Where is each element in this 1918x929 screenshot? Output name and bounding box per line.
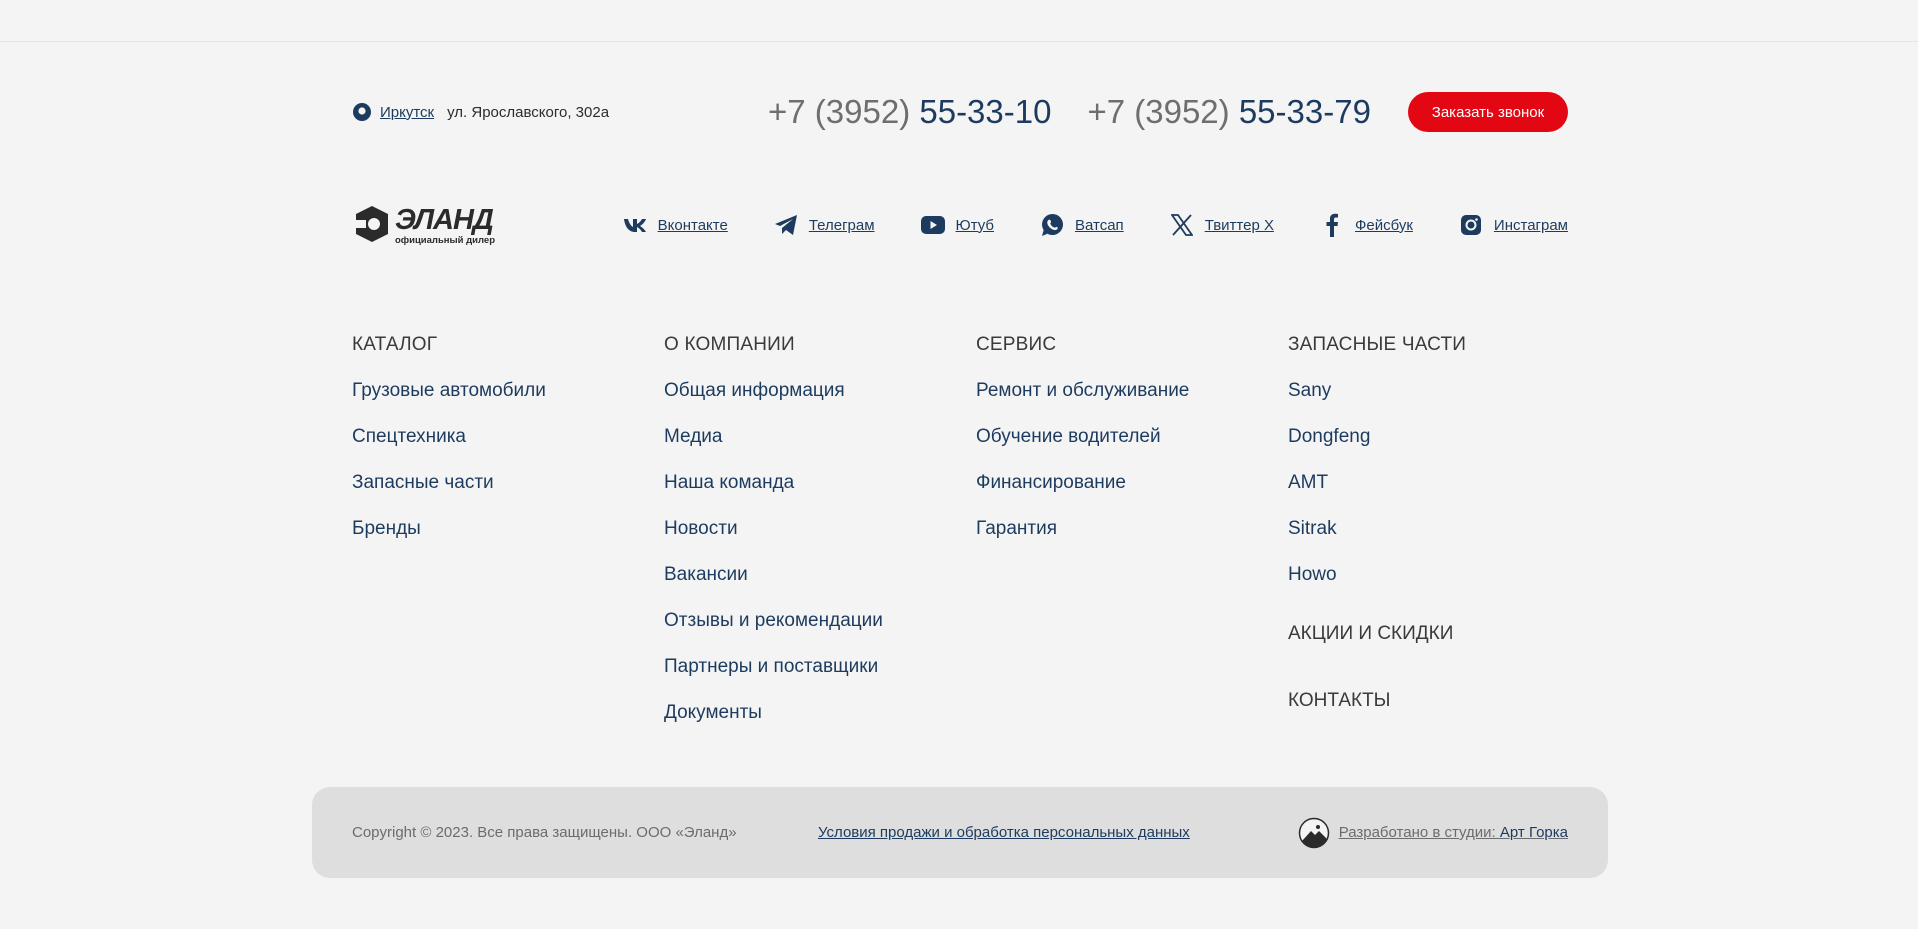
nav-link[interactable]: Sany	[1288, 376, 1568, 406]
nav-link[interactable]: Howo	[1288, 560, 1568, 590]
social-facebook[interactable]: Фейсбук	[1320, 213, 1413, 237]
whatsapp-icon	[1040, 213, 1064, 237]
phone-2-prefix: +7 (3952)	[1087, 93, 1239, 130]
developer-prefix: Разработано в студии:	[1338, 824, 1500, 841]
nav-link[interactable]: Вакансии	[664, 560, 883, 590]
social-youtube[interactable]: Ютуб	[920, 213, 994, 237]
youtube-icon	[920, 213, 945, 237]
nav-link[interactable]: Партнеры и поставщики	[664, 652, 883, 682]
logo-text: ЭЛАНД	[395, 204, 494, 236]
social-instagram-label: Инстаграм	[1493, 216, 1568, 234]
nav-link[interactable]: Общая информация	[664, 376, 883, 406]
social-twitter-x[interactable]: Твиттер X	[1170, 213, 1274, 237]
social-telegram[interactable]: Телеграм	[774, 213, 875, 237]
social-whatsapp-label: Ватсап	[1075, 216, 1124, 234]
developer-text: Разработано в студии: Арт Горка	[1339, 824, 1568, 841]
nav-link[interactable]: Ремонт и обслуживание	[976, 376, 1189, 406]
section-contacts[interactable]: КОНТАКТЫ	[1288, 690, 1391, 712]
social-vk-label: Вконтакте	[657, 216, 728, 234]
social-whatsapp[interactable]: Ватсап	[1040, 213, 1124, 237]
city-link[interactable]: Иркутск	[380, 104, 434, 121]
contact-row: Иркутск ул. Ярославского, 302а +7 (3952)…	[352, 92, 1568, 132]
eland-logo[interactable]: ЭЛАНД официальный дилер	[352, 202, 512, 248]
nav-link[interactable]: Запасные части	[352, 468, 546, 498]
footer-nav: КАТАЛОГ Грузовые автомобили Спецтехника …	[352, 330, 1568, 730]
social-facebook-label: Фейсбук	[1354, 216, 1413, 234]
instagram-icon	[1459, 213, 1483, 237]
phones: +7 (3952) 55-33-10 +7 (3952) 55-33-79	[768, 92, 1371, 132]
terms-link[interactable]: Условия продажи и обработка персональных…	[818, 787, 1190, 878]
address-text: ул. Ярославского, 302а	[447, 103, 610, 121]
vk-icon	[623, 213, 647, 237]
callback-button[interactable]: Заказать звонок	[1408, 92, 1568, 132]
nav-link[interactable]: Dongfeng	[1288, 422, 1568, 452]
nav-link[interactable]: AMT	[1288, 468, 1568, 498]
nav-link[interactable]: Sitrak	[1288, 514, 1568, 544]
column-catalog: КАТАЛОГ Грузовые автомобили Спецтехника …	[352, 330, 546, 544]
phone-2-number: 55-33-79	[1238, 93, 1371, 130]
nav-link[interactable]: Обучение водителей	[976, 422, 1189, 452]
phone-2[interactable]: +7 (3952) 55-33-79	[1087, 93, 1370, 131]
column-title[interactable]: ЗАПАСНЫЕ ЧАСТИ	[1288, 330, 1568, 360]
column-company: О КОМПАНИИ Общая информация Медиа Наша к…	[664, 330, 883, 728]
location-pin-icon	[352, 102, 372, 122]
nav-link[interactable]: Медиа	[664, 422, 883, 452]
logo-subtitle: официальный дилер	[395, 235, 495, 246]
telegram-icon	[774, 213, 798, 237]
nav-link[interactable]: Гарантия	[976, 514, 1189, 544]
nav-link[interactable]: Наша команда	[664, 468, 883, 498]
phone-1-prefix: +7 (3952)	[768, 93, 920, 130]
developer-studio-name: Арт Горка	[1499, 824, 1568, 841]
copyright-text: Copyright © 2023. Все права защищены. ОО…	[352, 824, 737, 841]
brand-social-row: ЭЛАНД официальный дилер Вконтакте Телегр…	[352, 202, 1568, 248]
nav-link[interactable]: Финансирование	[976, 468, 1189, 498]
facebook-icon	[1320, 213, 1344, 237]
column-title[interactable]: О КОМПАНИИ	[664, 330, 883, 360]
footer-bar: Copyright © 2023. Все права защищены. ОО…	[312, 787, 1608, 878]
x-twitter-icon	[1170, 213, 1194, 237]
nav-link[interactable]: Спецтехника	[352, 422, 546, 452]
nav-link[interactable]: Грузовые автомобили	[352, 376, 546, 406]
social-telegram-label: Телеграм	[808, 216, 875, 234]
phone-1-number: 55-33-10	[919, 93, 1052, 130]
logo-mark-icon	[356, 206, 388, 242]
social-twitter-x-label: Твиттер X	[1204, 216, 1274, 234]
social-vk[interactable]: Вконтакте	[623, 213, 728, 237]
nav-link[interactable]: Отзывы и рекомендации	[664, 606, 883, 636]
column-service: СЕРВИС Ремонт и обслуживание Обучение во…	[976, 330, 1189, 544]
top-divider	[0, 41, 1918, 42]
section-promotions[interactable]: АКЦИИ И СКИДКИ	[1288, 623, 1453, 645]
studio-logo-icon	[1298, 817, 1330, 849]
social-youtube-label: Ютуб	[955, 216, 994, 234]
column-title[interactable]: СЕРВИС	[976, 330, 1189, 360]
social-instagram[interactable]: Инстаграм	[1459, 213, 1568, 237]
social-links: Вконтакте Телеграм Ютуб Ватсап Твиттер X	[623, 202, 1568, 248]
column-parts: ЗАПАСНЫЕ ЧАСТИ Sany Dongfeng AMT Sitrak …	[1288, 330, 1568, 730]
developer-link[interactable]: Разработано в студии: Арт Горка	[1298, 787, 1568, 878]
nav-link[interactable]: Бренды	[352, 514, 546, 544]
nav-link[interactable]: Новости	[664, 514, 883, 544]
column-title[interactable]: КАТАЛОГ	[352, 330, 546, 360]
phone-1[interactable]: +7 (3952) 55-33-10	[768, 93, 1051, 131]
nav-link[interactable]: Документы	[664, 698, 883, 728]
